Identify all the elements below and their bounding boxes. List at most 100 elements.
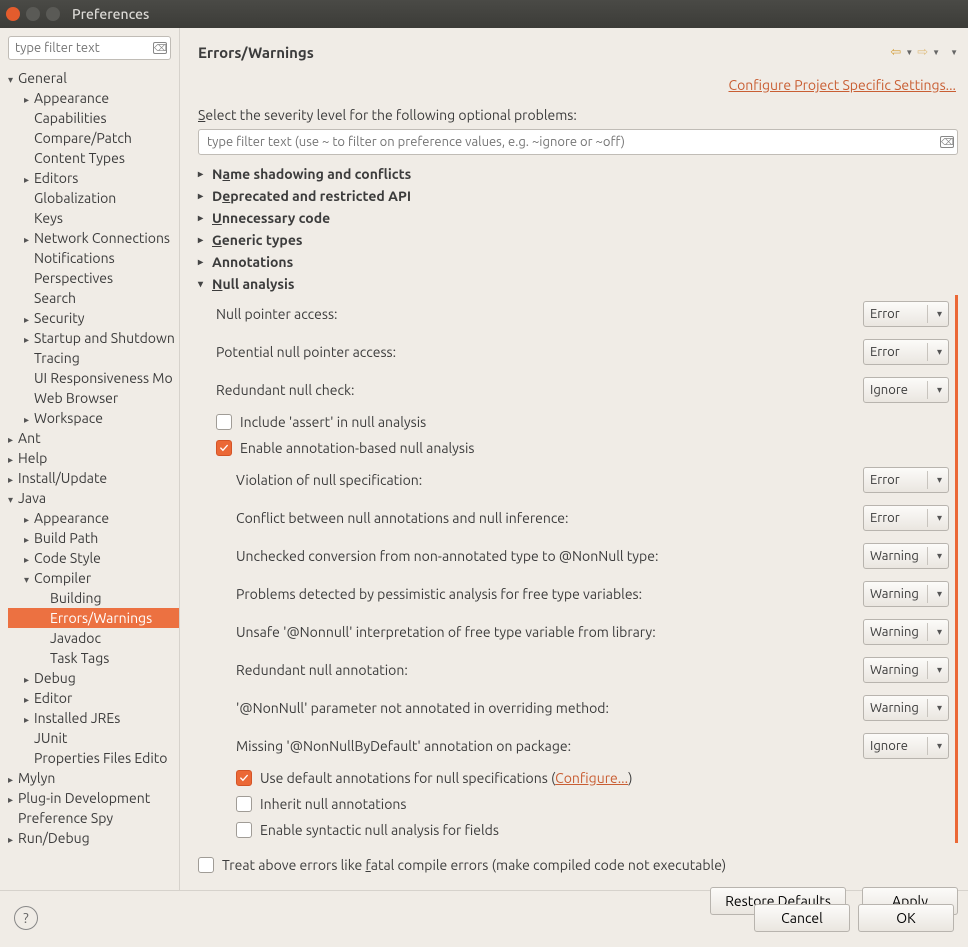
ok-button[interactable]: OK	[858, 904, 954, 932]
tree-item-plug-in-development[interactable]: ▸Plug-in Development	[8, 788, 179, 808]
window-maximize-button[interactable]	[46, 7, 60, 21]
tree-item-debug[interactable]: ▸Debug	[8, 668, 179, 688]
enable-annotation-checkbox[interactable]	[216, 440, 232, 456]
tree-expand-icon: ▸	[8, 834, 18, 846]
tree-item-capabilities[interactable]: Capabilities	[8, 108, 179, 128]
clear-problems-filter-icon[interactable]: ⌫	[940, 136, 954, 148]
pessimistic-combo[interactable]: Warning	[863, 581, 949, 607]
tree-item-editors[interactable]: ▸Editors	[8, 168, 179, 188]
tree-item-appearance[interactable]: ▸Appearance	[8, 508, 179, 528]
window-minimize-button[interactable]	[26, 7, 40, 21]
nav-forward-menu-icon[interactable]: ▼	[932, 48, 940, 57]
use-default-checkbox[interactable]	[236, 770, 252, 786]
tree-item-ant[interactable]: ▸Ant	[8, 428, 179, 448]
section-unnecessary[interactable]: ▸Unnecessary code	[198, 207, 958, 229]
tree-item-network-connections[interactable]: ▸Network Connections	[8, 228, 179, 248]
tree-item-javadoc[interactable]: Javadoc	[8, 628, 179, 648]
tree-item-run-debug[interactable]: ▸Run/Debug	[8, 828, 179, 848]
tree-item-web-browser[interactable]: Web Browser	[8, 388, 179, 408]
tree-item-startup-and-shutdown[interactable]: ▸Startup and Shutdown	[8, 328, 179, 348]
sidebar-filter-input[interactable]	[8, 36, 171, 60]
nav-back-menu-icon[interactable]: ▼	[905, 48, 913, 57]
unsafe-combo[interactable]: Warning	[863, 619, 949, 645]
syntactic-checkbox[interactable]	[236, 822, 252, 838]
conflict-combo[interactable]: Error	[863, 505, 949, 531]
tree-item-help[interactable]: ▸Help	[8, 448, 179, 468]
titlebar: Preferences	[0, 0, 968, 28]
tree-item-label: Preference Spy	[18, 810, 113, 826]
tree-item-java[interactable]: ▾Java	[8, 488, 179, 508]
section-null-analysis[interactable]: ▾Null analysis	[198, 273, 958, 295]
configure-project-link[interactable]: Configure Project Specific Settings...	[198, 77, 956, 93]
section-generic[interactable]: ▸Generic types	[198, 229, 958, 251]
tree-item-junit[interactable]: JUnit	[8, 728, 179, 748]
potential-null-combo[interactable]: Error	[863, 339, 949, 365]
redundant-ann-combo[interactable]: Warning	[863, 657, 949, 683]
tree-item-installed-jres[interactable]: ▸Installed JREs	[8, 708, 179, 728]
tree-item-globalization[interactable]: Globalization	[8, 188, 179, 208]
tree-collapse-icon: ▾	[8, 74, 18, 86]
tree-expand-icon: ▸	[24, 514, 34, 526]
include-assert-checkbox[interactable]	[216, 414, 232, 430]
instruction-text: Select the severity level for the follow…	[198, 107, 958, 123]
tree-item-building[interactable]: Building	[8, 588, 179, 608]
inherit-checkbox[interactable]	[236, 796, 252, 812]
help-button[interactable]: ?	[14, 906, 38, 930]
tree-item-label: Mylyn	[18, 770, 55, 786]
tree-item-label: Web Browser	[34, 390, 118, 406]
cancel-button[interactable]: Cancel	[754, 904, 850, 932]
configure-annotations-link[interactable]: Configure...	[555, 770, 628, 786]
violation-combo[interactable]: Error	[863, 467, 949, 493]
tree-item-mylyn[interactable]: ▸Mylyn	[8, 768, 179, 788]
tree-item-label: Network Connections	[34, 230, 170, 246]
redundant-check-combo[interactable]: Ignore	[863, 377, 949, 403]
tree-item-security[interactable]: ▸Security	[8, 308, 179, 328]
tree-item-preference-spy[interactable]: Preference Spy	[8, 808, 179, 828]
tree-item-label: Keys	[34, 210, 63, 226]
tree-item-editor[interactable]: ▸Editor	[8, 688, 179, 708]
tree-item-label: Content Types	[34, 150, 125, 166]
section-name-shadowing[interactable]: ▸Name shadowing and conflicts	[198, 163, 958, 185]
section-deprecated[interactable]: ▸Deprecated and restricted API	[198, 185, 958, 207]
tree-item-general[interactable]: ▾General	[8, 68, 179, 88]
tree-item-tracing[interactable]: Tracing	[8, 348, 179, 368]
tree-item-label: Errors/Warnings	[50, 610, 152, 626]
view-menu-icon[interactable]: ▼	[950, 48, 958, 57]
nav-back-icon[interactable]: ⇦	[890, 45, 901, 60]
window-close-button[interactable]	[6, 7, 20, 21]
tree-item-compare-patch[interactable]: Compare/Patch	[8, 128, 179, 148]
tree-item-notifications[interactable]: Notifications	[8, 248, 179, 268]
tree-item-workspace[interactable]: ▸Workspace	[8, 408, 179, 428]
tree-expand-icon: ▸	[24, 174, 34, 186]
preferences-tree[interactable]: ▾General▸AppearanceCapabilitiesCompare/P…	[8, 68, 179, 882]
problems-filter-input[interactable]	[198, 129, 958, 155]
clear-filter-icon[interactable]: ⌫	[153, 42, 167, 54]
tree-item-build-path[interactable]: ▸Build Path	[8, 528, 179, 548]
tree-item-label: Install/Update	[18, 470, 107, 486]
tree-item-code-style[interactable]: ▸Code Style	[8, 548, 179, 568]
tree-item-properties-files-edito[interactable]: Properties Files Edito	[8, 748, 179, 768]
tree-item-task-tags[interactable]: Task Tags	[8, 648, 179, 668]
tree-item-appearance[interactable]: ▸Appearance	[8, 88, 179, 108]
tree-item-compiler[interactable]: ▾Compiler	[8, 568, 179, 588]
tree-item-label: Java	[18, 490, 46, 506]
tree-item-label: Ant	[18, 430, 41, 446]
tree-item-label: Installed JREs	[34, 710, 120, 726]
tree-item-perspectives[interactable]: Perspectives	[8, 268, 179, 288]
missing-default-combo[interactable]: Ignore	[863, 733, 949, 759]
unchecked-label: Unchecked conversion from non-annotated …	[236, 548, 863, 564]
tree-item-install-update[interactable]: ▸Install/Update	[8, 468, 179, 488]
tree-item-keys[interactable]: Keys	[8, 208, 179, 228]
nonnull-param-combo[interactable]: Warning	[863, 695, 949, 721]
tree-item-search[interactable]: Search	[8, 288, 179, 308]
unchecked-combo[interactable]: Warning	[863, 543, 949, 569]
treat-fatal-checkbox[interactable]	[198, 857, 214, 873]
tree-expand-icon: ▸	[24, 554, 34, 566]
tree-item-label: Run/Debug	[18, 830, 90, 846]
nav-forward-icon[interactable]: ⇨	[917, 45, 928, 60]
section-annotations[interactable]: ▸Annotations	[198, 251, 958, 273]
tree-item-errors-warnings[interactable]: Errors/Warnings	[8, 608, 179, 628]
tree-item-ui-responsiveness-mo[interactable]: UI Responsiveness Mo	[8, 368, 179, 388]
null-pointer-combo[interactable]: Error	[863, 301, 949, 327]
tree-item-content-types[interactable]: Content Types	[8, 148, 179, 168]
